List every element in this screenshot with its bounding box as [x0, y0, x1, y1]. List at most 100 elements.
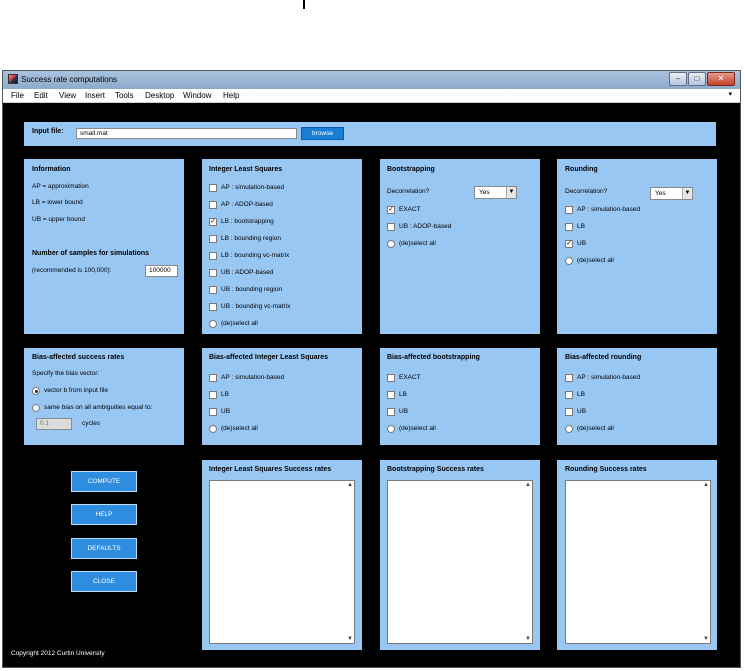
round-results-title: Rounding Success rates — [565, 466, 647, 473]
menu-file[interactable]: File — [11, 91, 24, 100]
bias-same-label: same bias on all ambiguities equal to: — [44, 404, 153, 411]
info-line-ub: UB = upper bound — [32, 216, 85, 223]
round-decorrelation-select[interactable]: Yes ▼ — [650, 187, 693, 200]
bias-ils-panel: Bias-affected Integer Least Squares AP :… — [202, 348, 362, 445]
bias-round-option-label: LB — [577, 391, 585, 398]
round-select-all-label: (de)select all — [577, 257, 614, 264]
boot-select-all-radio[interactable] — [387, 240, 395, 248]
scrollbar[interactable]: ▲ ▼ — [524, 481, 532, 643]
bias-round-checkbox[interactable] — [565, 374, 573, 382]
ils-checkbox[interactable] — [209, 303, 217, 311]
input-file-field[interactable]: small.mat — [76, 128, 297, 139]
bias-ils-option-label: AP : simulation-based — [221, 374, 285, 381]
ils-checkbox[interactable] — [209, 269, 217, 277]
minimize-button[interactable]: – — [669, 72, 687, 86]
maximize-button[interactable]: □ — [688, 72, 706, 86]
ils-option-label: AP : simulation-based — [221, 184, 285, 191]
scroll-up-icon[interactable]: ▲ — [703, 482, 709, 488]
menu-overflow-icon[interactable]: ▾ — [728, 90, 732, 98]
menu-insert[interactable]: Insert — [85, 91, 105, 100]
page-fragment-bar — [303, 0, 305, 9]
window-title: Success rate computations — [21, 75, 118, 84]
menu-view[interactable]: View — [59, 91, 76, 100]
bias-boot-option-label: LB — [399, 391, 407, 398]
round-results-list[interactable]: ▲ ▼ — [565, 480, 711, 644]
scrollbar[interactable]: ▲ ▼ — [346, 481, 354, 643]
scroll-down-icon[interactable]: ▼ — [525, 636, 531, 642]
copyright-text: Copyright 2012 Curtin University — [11, 650, 105, 657]
round-checkbox[interactable] — [565, 206, 573, 214]
round-checkbox-checked[interactable]: ✓ — [565, 240, 573, 248]
bias-round-select-all-radio[interactable] — [565, 425, 573, 433]
bias-vector-radio[interactable] — [32, 387, 40, 395]
menu-help[interactable]: Help — [223, 91, 239, 100]
bias-ils-select-all-label: (de)select all — [221, 425, 258, 432]
bias-round-checkbox[interactable] — [565, 408, 573, 416]
round-results-panel: Rounding Success rates ▲ ▼ — [557, 460, 717, 650]
bias-boot-option-label: UB — [399, 408, 409, 415]
ils-checkbox[interactable] — [209, 201, 217, 209]
scroll-up-icon[interactable]: ▲ — [525, 482, 531, 488]
ils-results-title: Integer Least Squares Success rates — [209, 466, 332, 473]
ils-option-label: LB : bootstrapping — [221, 218, 274, 225]
ils-select-all-label: (de)select all — [221, 320, 258, 327]
bias-ils-checkbox[interactable] — [209, 374, 217, 382]
close-window-button[interactable]: ✕ — [707, 72, 735, 86]
scroll-down-icon[interactable]: ▼ — [347, 636, 353, 642]
bias-round-checkbox[interactable] — [565, 391, 573, 399]
bias-boot-checkbox[interactable] — [387, 408, 395, 416]
bias-ils-checkbox[interactable] — [209, 408, 217, 416]
bias-panel: Bias-affected success rates Specify the … — [24, 348, 184, 445]
browse-button[interactable]: browse — [301, 127, 344, 140]
bias-boot-checkbox[interactable] — [387, 391, 395, 399]
rounding-title: Rounding — [565, 166, 598, 173]
information-panel: Information AP = approximation LB = lowe… — [24, 159, 184, 334]
bias-boot-select-all-radio[interactable] — [387, 425, 395, 433]
ils-results-list[interactable]: ▲ ▼ — [209, 480, 355, 644]
scrollbar[interactable]: ▲ ▼ — [702, 481, 710, 643]
compute-button[interactable]: COMPUTE — [71, 471, 137, 492]
info-line-lb: LB = lower bound — [32, 199, 83, 206]
bias-boot-panel: Bias-affected bootstrapping EXACT LB UB … — [380, 348, 540, 445]
bias-value-input[interactable]: 0.1 — [36, 418, 72, 430]
title-bar: Success rate computations – □ ✕ — [3, 71, 740, 89]
menu-window[interactable]: Window — [183, 91, 211, 100]
round-decorrelation-value: Yes — [655, 190, 666, 197]
round-select-all-radio[interactable] — [565, 257, 573, 265]
info-line-ap: AP = approximation — [32, 183, 89, 190]
boot-checkbox[interactable] — [387, 223, 395, 231]
boot-decorrelation-select[interactable]: Yes ▼ — [474, 186, 517, 199]
round-decorrelation-label: Decorrelation? — [565, 188, 608, 195]
bias-title: Bias-affected success rates — [32, 354, 125, 361]
scroll-up-icon[interactable]: ▲ — [347, 482, 353, 488]
bias-boot-checkbox[interactable] — [387, 374, 395, 382]
ils-select-all-radio[interactable] — [209, 320, 217, 328]
chevron-down-icon: ▼ — [506, 187, 516, 198]
ils-checkbox[interactable] — [209, 252, 217, 260]
ils-results-panel: Integer Least Squares Success rates ▲ ▼ — [202, 460, 362, 650]
ils-checkbox[interactable] — [209, 184, 217, 192]
bias-same-radio[interactable] — [32, 404, 40, 412]
ils-checkbox[interactable] — [209, 286, 217, 294]
bias-ils-checkbox[interactable] — [209, 391, 217, 399]
round-checkbox[interactable] — [565, 223, 573, 231]
bias-round-title: Bias-affected rounding — [565, 354, 642, 361]
ils-checkbox[interactable] — [209, 235, 217, 243]
menu-desktop[interactable]: Desktop — [145, 91, 174, 100]
samples-input[interactable]: 100000 — [145, 265, 178, 277]
close-button[interactable]: CLOSE — [71, 571, 137, 592]
samples-title: Number of samples for simulations — [32, 250, 150, 257]
ils-checkbox-checked[interactable]: ✓ — [209, 218, 217, 226]
bias-ils-select-all-radio[interactable] — [209, 425, 217, 433]
chevron-down-icon: ▼ — [682, 188, 692, 199]
boot-checkbox-checked[interactable]: ✓ — [387, 206, 395, 214]
boot-results-list[interactable]: ▲ ▼ — [387, 480, 533, 644]
help-button[interactable]: HELP — [71, 504, 137, 525]
scroll-down-icon[interactable]: ▼ — [703, 636, 709, 642]
menu-edit[interactable]: Edit — [34, 91, 48, 100]
menu-tools[interactable]: Tools — [115, 91, 134, 100]
boot-decorrelation-label: Decorrelation? — [387, 188, 430, 195]
round-option-label: UB — [577, 240, 587, 247]
bias-unit: cycles — [82, 420, 101, 427]
defaults-button[interactable]: DEFAULTS — [71, 538, 137, 559]
